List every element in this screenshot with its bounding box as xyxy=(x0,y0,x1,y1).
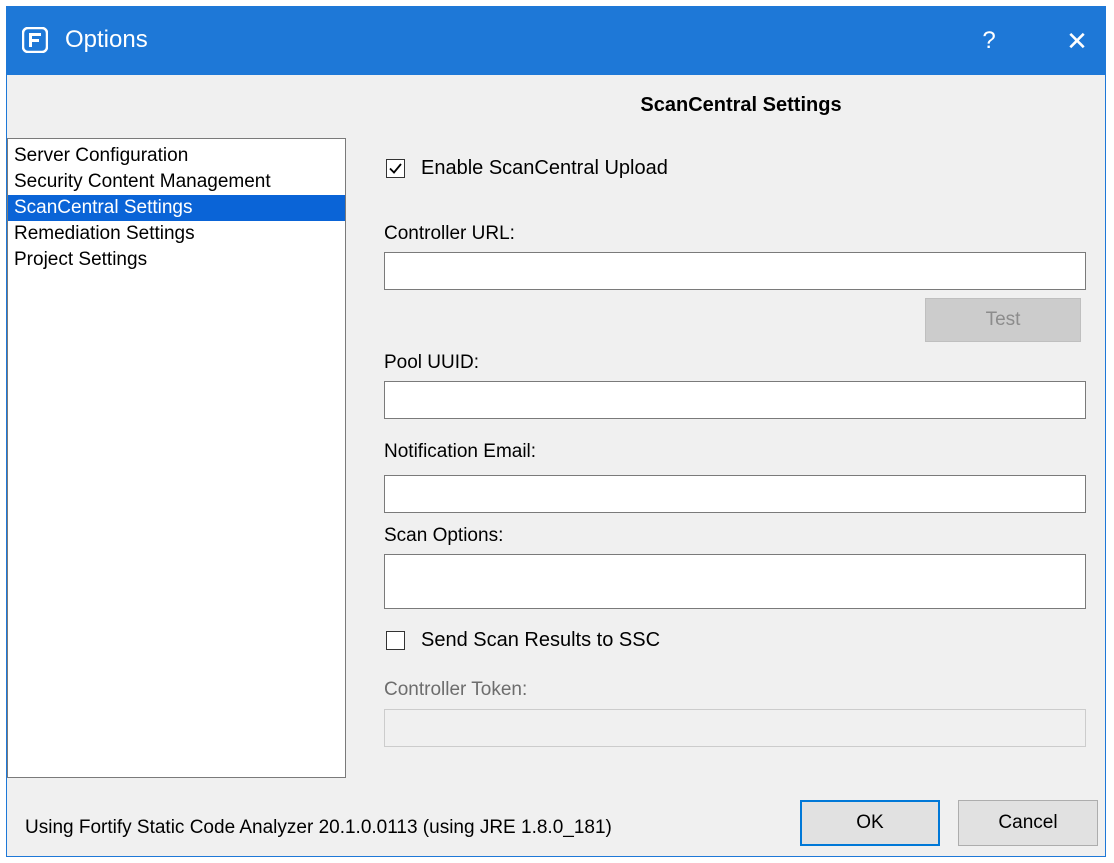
send-results-row[interactable]: Send Scan Results to SSC xyxy=(386,629,660,652)
cancel-button[interactable]: Cancel xyxy=(958,800,1098,846)
options-dialog: Options ? ✕ Server Configuration Securit… xyxy=(6,6,1106,857)
options-category-list[interactable]: Server Configuration Security Content Ma… xyxy=(7,138,346,778)
checkmark-icon xyxy=(389,163,402,174)
send-results-checkbox[interactable] xyxy=(386,631,405,650)
controller-token-input xyxy=(384,709,1086,747)
version-status-text: Using Fortify Static Code Analyzer 20.1.… xyxy=(25,817,612,838)
notification-email-input[interactable] xyxy=(384,475,1086,513)
panel-title: ScanCentral Settings xyxy=(640,94,842,116)
send-results-label: Send Scan Results to SSC xyxy=(421,629,661,651)
notification-email-label: Notification Email: xyxy=(384,441,537,462)
fortify-app-icon xyxy=(21,26,49,54)
window-title: Options xyxy=(65,26,148,53)
nav-item-scancentral-settings[interactable]: ScanCentral Settings xyxy=(8,195,345,221)
title-bar: Options ? ✕ xyxy=(7,7,1105,75)
scan-options-input[interactable] xyxy=(384,554,1086,609)
controller-url-input[interactable] xyxy=(384,252,1086,290)
scan-options-label: Scan Options: xyxy=(384,525,504,546)
nav-item-project-settings[interactable]: Project Settings xyxy=(8,247,345,273)
nav-item-security-content-management[interactable]: Security Content Management xyxy=(8,169,345,195)
pool-uuid-input[interactable] xyxy=(384,381,1086,419)
pool-uuid-label: Pool UUID: xyxy=(384,352,480,373)
ok-button[interactable]: OK xyxy=(800,800,940,846)
close-button[interactable]: ✕ xyxy=(1057,21,1097,61)
enable-upload-checkbox[interactable] xyxy=(386,159,405,178)
help-button[interactable]: ? xyxy=(969,21,1009,61)
nav-item-remediation-settings[interactable]: Remediation Settings xyxy=(8,221,345,247)
enable-upload-label: Enable ScanCentral Upload xyxy=(421,157,668,179)
controller-url-label: Controller URL: xyxy=(384,223,515,244)
controller-token-label: Controller Token: xyxy=(384,679,528,700)
nav-item-server-configuration[interactable]: Server Configuration xyxy=(8,143,345,169)
test-button[interactable]: Test xyxy=(925,298,1081,342)
enable-upload-row[interactable]: Enable ScanCentral Upload xyxy=(386,157,668,180)
